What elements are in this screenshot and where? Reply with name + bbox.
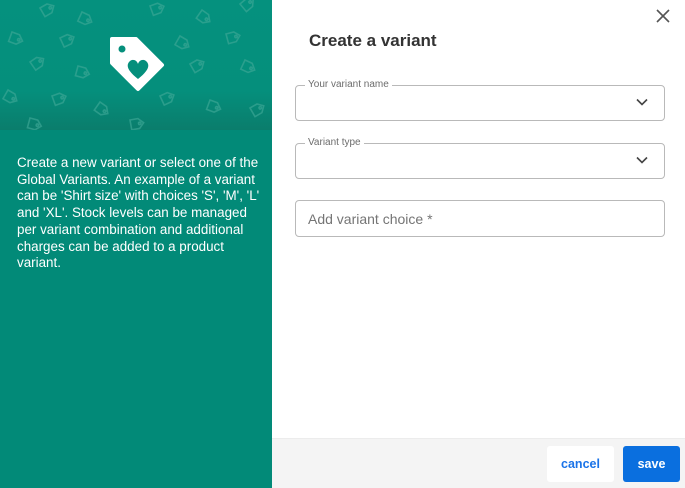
cancel-button[interactable]: cancel [547,446,614,482]
info-panel: Create a new variant or select one of th… [0,0,272,488]
variant-type-select[interactable]: Variant type [295,137,665,179]
dialog-footer: cancel save [272,438,685,488]
variant-type-label: Variant type [305,137,364,149]
variant-name-select[interactable]: Your variant name [295,79,665,121]
variant-help-text: Create a new variant or select one of th… [17,155,260,271]
dialog-title: Create a variant [309,31,437,50]
variant-name-label: Your variant name [305,79,392,91]
save-button[interactable]: save [623,446,680,482]
variant-choice-field [295,200,665,237]
variant-choice-input[interactable] [296,201,664,236]
close-icon[interactable] [656,9,670,23]
chevron-down-icon[interactable] [636,98,648,106]
chevron-down-icon[interactable] [636,156,648,164]
create-variant-dialog: Create a variant Your variant name Varia… [272,0,685,488]
hero-banner [0,0,272,130]
tag-heart-icon [110,37,164,91]
